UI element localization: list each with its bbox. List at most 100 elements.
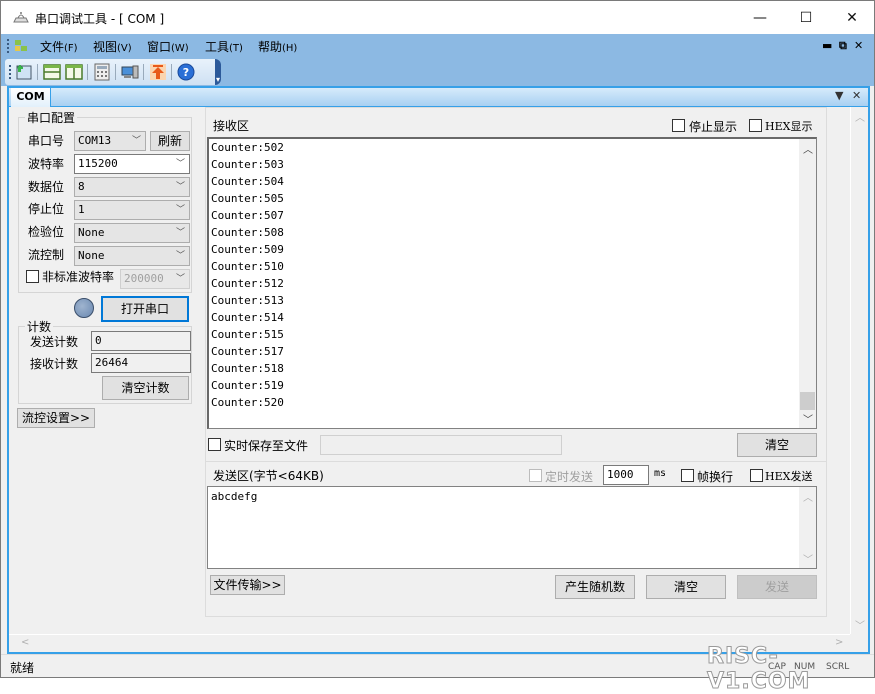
menu-window[interactable]: 窗口(W) [147,38,189,55]
scroll-up-icon[interactable]: ︿ [803,141,813,156]
app-icon [13,12,29,23]
tab-dropdown-icon[interactable]: ▼ [835,89,843,102]
receive-lines: Counter:502 Counter:503 Counter:504 Counter… [209,139,816,411]
scroll-down-icon[interactable]: ﹀ [803,411,813,426]
data-bits-select[interactable]: 8 ﹀ [74,177,190,197]
send-title: 发送区(字节<64KB) [213,469,324,483]
flow-control-select[interactable]: None ﹀ [74,246,190,266]
menu-tools[interactable]: 工具(T) [205,38,243,55]
scroll-left-icon[interactable]: < [21,637,29,648]
hex-send-checkbox[interactable] [750,469,763,482]
mdi-restore-icon[interactable]: ⧉ [839,39,847,53]
stop-bits-label: 停止位 [28,202,65,216]
help-icon[interactable]: ? [177,63,195,81]
random-number-button[interactable]: 产生随机数 [555,575,635,599]
baud-select[interactable]: 115200 ﹀ [74,154,190,174]
receive-scrollbar[interactable]: ︿ ﹀ [799,139,816,428]
horizontal-split-icon[interactable] [43,63,61,81]
timed-send-interval-input[interactable]: 1000 [603,465,649,485]
clear-count-button[interactable]: 清空计数 [102,376,189,400]
receive-line: Counter:513 [211,294,284,307]
send-textarea[interactable]: abcdefg ︿ ﹀ [207,486,817,569]
receive-title: 接收区 [213,119,250,133]
toolbar-separator [143,64,144,80]
port-label: 串口号 [28,134,65,148]
receive-textarea[interactable]: Counter:502 Counter:503 Counter:504 Counter… [207,137,817,429]
computer-network-icon[interactable] [121,63,139,81]
save-path-field[interactable] [320,435,562,455]
tab-close-icon[interactable]: ✕ [852,89,861,102]
toolbar-overflow-icon[interactable]: ▾ [215,76,221,84]
save-to-file-checkbox[interactable] [208,438,221,451]
menu-file[interactable]: 文件(F) [40,38,78,55]
document-vertical-scrollbar[interactable]: ︿ ﹀ [850,107,868,634]
receive-line: Counter:512 [211,277,284,290]
toolbar-row: ? ▾ [1,58,874,86]
refresh-button[interactable]: 刷新 [150,131,190,151]
stop-bits-select[interactable]: 1 ﹀ [74,200,190,220]
frame-newline-checkbox[interactable] [681,469,694,482]
receive-line: Counter:502 [211,141,284,154]
close-button[interactable]: ✕ [829,1,875,34]
serial-config-title: 串口配置 [25,109,78,126]
toolbar-separator [87,64,88,80]
tab-com[interactable]: COM [11,88,51,107]
timed-send-label: 定时发送 [545,470,594,484]
mdi-close-icon[interactable]: ✕ [854,39,863,52]
baud-label: 波特率 [28,157,65,171]
flow-settings-button[interactable]: 流控设置>> [17,408,95,428]
send-scrollbar[interactable]: ︿ ﹀ [799,487,816,568]
send-clear-button[interactable]: 清空 [646,575,726,599]
minimize-button[interactable]: — [737,1,783,34]
scroll-down-icon[interactable]: ﹀ [855,617,865,632]
toolbar-grip[interactable] [9,65,11,79]
mdi-minimize-icon[interactable]: ▬ [822,39,832,52]
toolbar-separator [37,64,38,80]
custom-baud-checkbox[interactable] [26,270,39,283]
minimize-icon: — [753,9,767,26]
menu-bar: 文件(F) 视图(V) 窗口(W) 工具(T) 帮助(H) ▬ ⧉ ✕ [1,34,874,58]
upload-icon[interactable] [149,63,167,81]
receive-line: Counter:503 [211,158,284,171]
maximize-button[interactable]: ☐ [783,1,829,34]
document-frame: COM ▼ ✕ 串口配置 串口号 COM13 ﹀ 刷新 波特率 115200 ﹀ 数… [7,86,870,654]
main-window: 串口调试工具 - [ COM ] — ☐ ✕ 文件(F) 视图(V) 窗口(W)… [0,0,875,694]
menubar-grip[interactable] [7,39,9,53]
send-button[interactable]: 发送 [737,575,817,599]
tab-strip: COM ▼ ✕ [9,88,868,107]
calculator-icon[interactable] [93,63,111,81]
receive-line: Counter:505 [211,192,284,205]
port-status-led [74,298,94,318]
menu-help[interactable]: 帮助(H) [258,38,297,55]
chevron-down-icon: ﹀ [175,205,185,215]
new-document-icon[interactable] [15,63,33,81]
chevron-down-icon: ﹀ [175,159,185,169]
custom-baud-select[interactable]: 200000 ﹀ [120,269,190,289]
file-transfer-button[interactable]: 文件传输>> [210,575,285,595]
port-select[interactable]: COM13 ﹀ [74,131,146,151]
stop-display-label: 停止显示 [689,120,738,134]
scroll-down-icon[interactable]: ﹀ [803,551,813,566]
flow-control-label: 流控制 [28,248,65,262]
maximize-icon: ☐ [799,9,813,26]
stop-display-checkbox[interactable] [672,119,685,132]
scroll-up-icon[interactable]: ︿ [855,109,865,124]
received-count-label: 接收计数 [30,357,79,371]
scroll-thumb[interactable] [800,392,815,410]
receive-line: Counter:519 [211,379,284,392]
menu-view[interactable]: 视图(V) [93,38,132,55]
send-text: abcdefg [211,490,258,503]
timed-send-checkbox[interactable] [529,469,542,482]
parity-select[interactable]: None ﹀ [74,223,190,243]
hex-display-checkbox[interactable] [749,119,762,132]
receive-line: Counter:510 [211,260,284,273]
receive-clear-button[interactable]: 清空 [737,433,817,457]
frame-newline-label: 帧换行 [697,470,734,484]
section-divider [206,461,826,462]
open-port-button[interactable]: 打开串口 [101,296,189,322]
receive-line: Counter:508 [211,226,284,239]
watermark: RISC-V1.COM [707,644,811,694]
scroll-up-icon[interactable]: ︿ [803,489,813,504]
receive-line: Counter:509 [211,243,284,256]
vertical-split-icon[interactable] [65,63,83,81]
